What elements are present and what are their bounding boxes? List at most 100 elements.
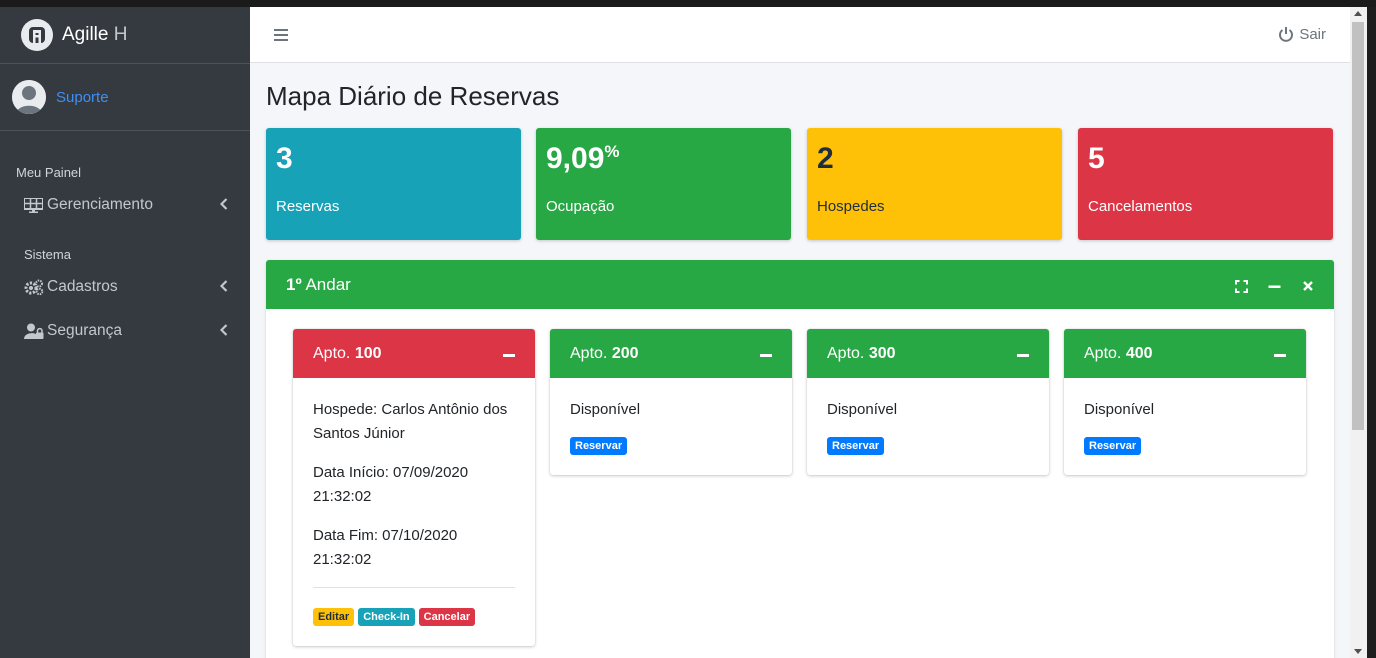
brand-link[interactable]: Agille H <box>0 7 250 64</box>
apartment-number: 200 <box>611 344 639 362</box>
card-tools <box>1235 279 1314 293</box>
hamburger-menu-icon[interactable] <box>274 28 288 41</box>
end-date: Data Fim: 07/10/2020 21:32:02 <box>313 527 458 568</box>
apartment-number: 100 <box>354 344 382 362</box>
availability-status: Disponível <box>570 401 641 418</box>
maximize-icon[interactable] <box>1235 279 1248 293</box>
dashboard-grid-icon <box>24 196 44 214</box>
stat-value: 3 <box>276 142 293 175</box>
top-navbar: Sair <box>250 7 1350 63</box>
avatar <box>12 80 46 114</box>
availability-status: Disponível <box>827 401 898 418</box>
user-lock-icon <box>24 322 44 340</box>
sidebar: Agille H Suporte Meu Painel Gerenciament… <box>0 7 250 658</box>
chevron-left-icon <box>219 279 228 295</box>
user-name-link[interactable]: Suporte <box>56 89 109 106</box>
power-icon <box>1279 27 1294 42</box>
browser-top-strip <box>0 0 1376 7</box>
apartment-body: Disponível Reservar <box>1064 378 1306 475</box>
floor-number: 1º <box>286 274 302 294</box>
brand-logo-icon <box>21 19 53 51</box>
stat-value: 9,09 <box>546 142 605 175</box>
divider <box>313 587 515 588</box>
floor-label: Andar <box>305 274 351 294</box>
scroll-down-arrow-icon[interactable] <box>1354 649 1362 654</box>
apartment-actions: Reservar <box>1084 437 1286 475</box>
brand-text: Agille H <box>62 24 128 46</box>
stat-label: Reservas <box>276 198 340 215</box>
scroll-up-arrow-icon[interactable] <box>1354 11 1362 16</box>
floor-card: 1º Andar Apto. 100 Hospede: Carlos Antôn… <box>266 260 1334 658</box>
apartment-prefix: Apto. <box>1084 344 1122 362</box>
apartment-body: Disponível Reservar <box>550 378 792 475</box>
stat-value: 2 <box>817 142 834 175</box>
reserve-button[interactable]: Reservar <box>1084 437 1142 455</box>
window-edge-strip <box>1367 7 1376 658</box>
page-title: Mapa Diário de Reservas <box>266 81 560 111</box>
logout-button[interactable]: Sair <box>1278 26 1326 43</box>
apartment-card-100: Apto. 100 Hospede: Carlos Antônio dos Sa… <box>293 329 535 646</box>
stat-box-reservas: 3 Reservas <box>266 128 521 240</box>
reserve-button[interactable]: Reservar <box>570 437 628 455</box>
stat-label: Ocupação <box>546 198 615 215</box>
availability-status: Disponível <box>1084 401 1155 418</box>
apartment-prefix: Apto. <box>313 344 351 362</box>
apartment-actions: Editar Check-In Cancelar <box>313 608 515 646</box>
user-panel: Suporte <box>0 64 250 131</box>
collapse-minus-icon[interactable] <box>503 354 515 357</box>
sidebar-item-label: Gerenciamento <box>47 196 153 213</box>
apartment-card-400: Apto. 400 Disponível Reservar <box>1064 329 1306 475</box>
reserve-button[interactable]: Reservar <box>827 437 885 455</box>
brand-name: Agille <box>62 24 109 45</box>
stat-value: 5 <box>1088 142 1105 175</box>
stat-box-ocupacao: 9,09% Ocupação <box>536 128 791 240</box>
nav-header-sistema: Sistema <box>24 247 71 262</box>
cogs-icon <box>24 278 44 296</box>
apartment-prefix: Apto. <box>827 344 865 362</box>
collapse-minus-icon[interactable] <box>1268 280 1281 293</box>
stat-box-cancelamentos: 5 Cancelamentos <box>1078 128 1333 240</box>
content-wrapper: Sair Mapa Diário de Reservas 3 Reservas … <box>250 7 1350 658</box>
apartment-title: Apto. 200 <box>570 345 639 363</box>
scrollbar-thumb[interactable] <box>1352 22 1364 430</box>
brand-suffix: H <box>113 24 128 45</box>
logout-label: Sair <box>1299 26 1326 43</box>
floor-card-header: 1º Andar <box>266 260 1334 309</box>
close-icon[interactable] <box>1301 280 1314 293</box>
guest-name: Hospede: Carlos Antônio dos Santos Júnio… <box>313 401 508 442</box>
floor-title: 1º Andar <box>286 275 351 295</box>
apartment-body: Hospede: Carlos Antônio dos Santos Júnio… <box>293 378 535 646</box>
apartment-title: Apto. 400 <box>1084 345 1153 363</box>
apartment-card-300: Apto. 300 Disponível Reservar <box>807 329 1049 475</box>
nav-header-meu-painel: Meu Painel <box>16 165 82 180</box>
collapse-minus-icon[interactable] <box>1017 354 1029 357</box>
collapse-minus-icon[interactable] <box>760 354 772 357</box>
apartment-body: Disponível Reservar <box>807 378 1049 475</box>
apartment-header: Apto. 100 <box>293 329 535 378</box>
cancel-button[interactable]: Cancelar <box>418 608 476 626</box>
chevron-left-icon <box>219 323 228 339</box>
apartment-title: Apto. 300 <box>827 345 896 363</box>
stat-suffix: % <box>604 142 620 161</box>
vertical-scrollbar[interactable] <box>1350 7 1367 658</box>
apartment-card-200: Apto. 200 Disponível Reservar <box>550 329 792 475</box>
apartment-header: Apto. 300 <box>807 329 1049 378</box>
collapse-minus-icon[interactable] <box>1274 354 1286 357</box>
sidebar-item-label: Cadastros <box>47 278 118 295</box>
edit-button[interactable]: Editar <box>313 608 355 626</box>
chevron-left-icon <box>219 197 228 213</box>
apartment-title: Apto. 100 <box>313 345 382 363</box>
sidebar-item-gerenciamento[interactable]: Gerenciamento <box>0 186 250 224</box>
sidebar-item-seguranca[interactable]: Segurança <box>0 312 250 350</box>
stat-label: Cancelamentos <box>1088 198 1193 215</box>
apartment-actions: Reservar <box>570 437 772 475</box>
apartment-number: 400 <box>1125 344 1153 362</box>
apartment-header: Apto. 400 <box>1064 329 1306 378</box>
checkin-button[interactable]: Check-In <box>358 608 415 626</box>
stat-label: Hospedes <box>817 198 885 215</box>
stats-row: 3 Reservas 9,09% Ocupação 2 Hospedes 5 C… <box>266 128 1334 240</box>
apartment-header: Apto. 200 <box>550 329 792 378</box>
apartment-actions: Reservar <box>827 437 1029 475</box>
sidebar-item-cadastros[interactable]: Cadastros <box>0 268 250 306</box>
start-date: Data Início: 07/09/2020 21:32:02 <box>313 464 469 505</box>
